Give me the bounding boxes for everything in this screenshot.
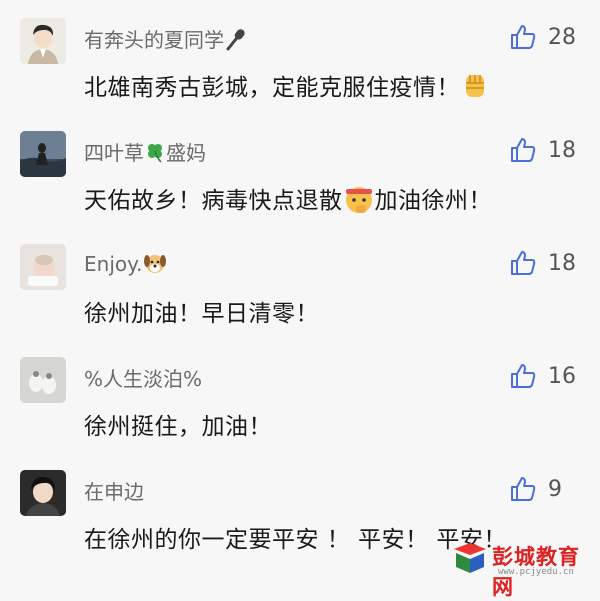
thumbs-up-icon [511,138,536,162]
fighting-face-icon [343,183,375,221]
like-button[interactable]: 28 [508,22,576,52]
thumbs-up-icon [511,477,536,501]
like-button[interactable]: 18 [508,248,576,278]
like-button[interactable]: 18 [508,135,576,165]
thumbs-up-icon [511,364,536,388]
book-logo-icon [454,543,486,573]
comment-item: Enjoy. 徐州加油！早日清零！ 18 [0,226,600,339]
comment-text: 在徐州的你一定要平安 ！ 平安！ 平安！ [84,527,507,553]
microphone-icon [224,27,248,56]
like-count: 28 [548,24,576,50]
comment-author[interactable]: 在申边 [84,476,144,505]
avatar[interactable] [20,357,66,403]
like-count: 18 [548,137,576,163]
like-count: 18 [548,250,576,276]
avatar[interactable] [20,470,66,516]
like-button[interactable]: 9 [508,474,576,504]
like-count: 9 [548,476,562,502]
avatar[interactable] [20,131,66,177]
comment-item: %人生淡泊% 徐州挺住，加油！ 16 [0,339,600,452]
avatar[interactable] [20,18,66,64]
like-button[interactable]: 16 [508,361,576,391]
comment-text: 徐州挺住，加油！ [84,414,272,440]
comment-author[interactable]: 有奔头的夏同学 [84,24,248,56]
comment-author[interactable]: Enjoy. [84,250,168,281]
comment-author[interactable]: %人生淡泊% [84,363,202,392]
dog-face-icon [142,250,168,281]
like-count: 16 [548,363,576,389]
thumbs-up-icon [511,25,536,49]
comment-text: 徐州加油！早日清零！ [84,301,319,327]
four-leaf-clover-icon [144,141,166,168]
watermark-url: www.pcjyedu.cn [498,567,574,577]
thumbs-up-icon [511,251,536,275]
comment-text: 天佑故乡！病毒快点退散 加油徐州！ [84,181,492,221]
comment-item: 四叶草 盛妈 天佑故乡！病毒快点退散 加油徐州！ 18 [0,113,600,226]
avatar[interactable] [20,244,66,290]
comment-text: 北雄南秀古彭城，定能克服住疫情！ [84,68,490,107]
raised-fist-icon [460,71,490,107]
comment-author[interactable]: 四叶草 盛妈 [84,137,206,168]
comment-item: 有奔头的夏同学 北雄南秀古彭城，定能克服住疫情！ 28 [0,0,600,113]
watermark: 彭城教育网 www.pcjyedu.cn [450,537,590,599]
